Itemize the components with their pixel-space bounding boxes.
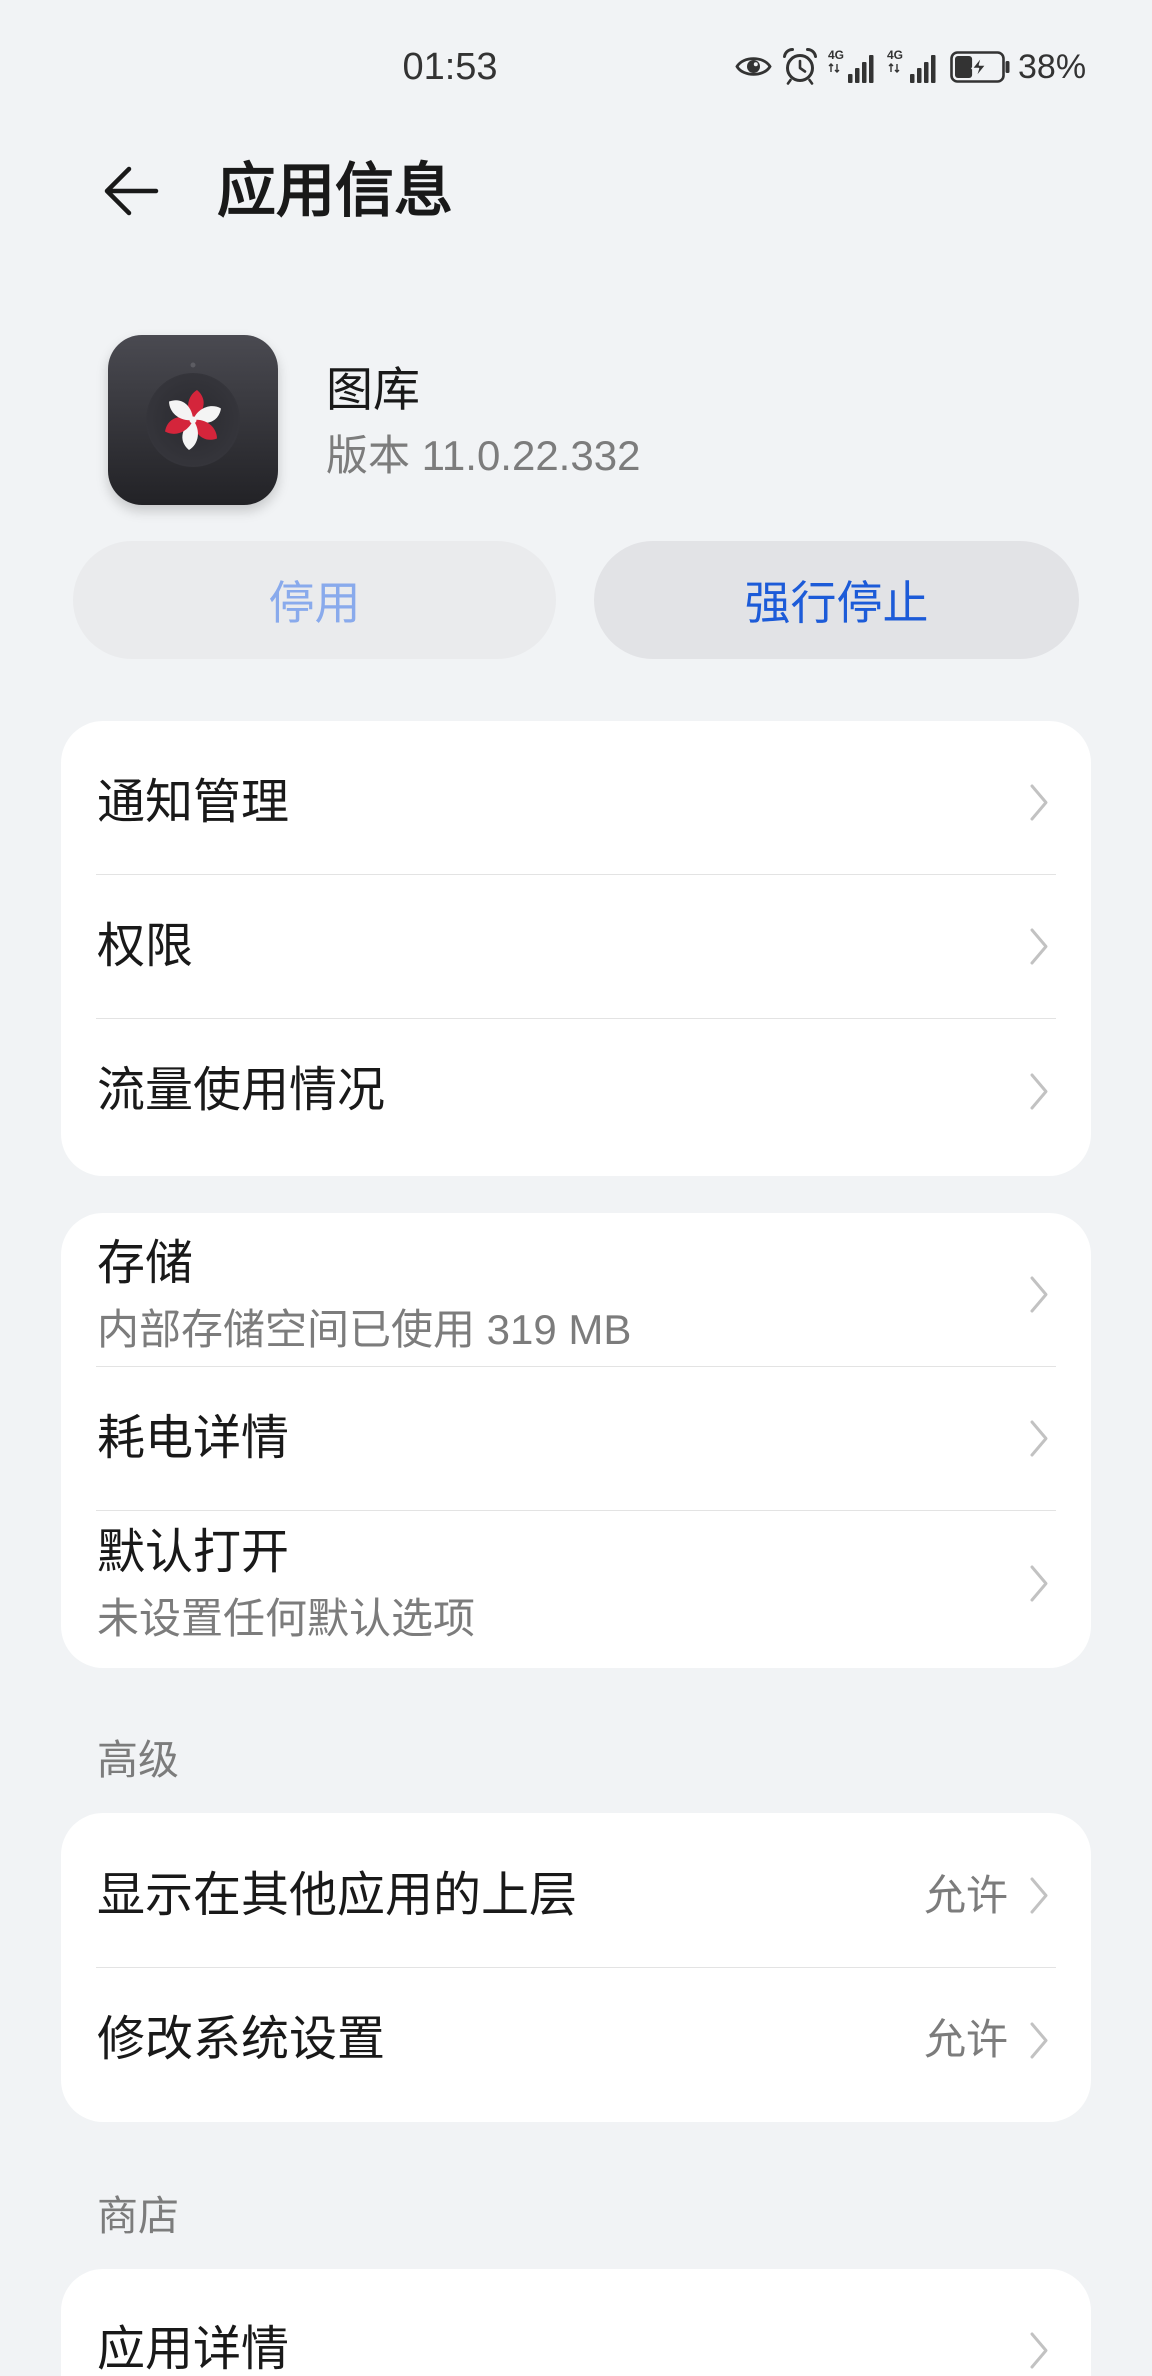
advanced-settings-card: 显示在其他应用的上层 允许 修改系统设置 允许: [61, 1813, 1091, 2122]
row-title: 流量使用情况: [97, 1064, 386, 1117]
row-title: 应用详情: [97, 2323, 290, 2376]
section-header-advanced: 高级: [97, 1737, 179, 1783]
resource-settings-card: 存储 内部存储空间已使用 319 MB 耗电详情 默认打开 未设置任何默认选项: [61, 1213, 1091, 1668]
row-title: 权限: [97, 919, 194, 973]
eye-comfort-icon: [735, 53, 772, 80]
row-title: 通知管理: [97, 775, 290, 829]
force-stop-button-label: 强行停止: [744, 577, 929, 629]
row-value: 允许: [923, 2016, 1008, 2063]
force-stop-button[interactable]: 强行停止: [594, 541, 1079, 659]
row-display-over-other-apps[interactable]: 显示在其他应用的上层 允许: [96, 1824, 1056, 1968]
network-type-label: 4G: [828, 48, 844, 62]
battery-fill: [955, 56, 973, 78]
chevron-right-icon: [1029, 783, 1049, 822]
row-title: 存储: [97, 1237, 194, 1290]
signal-icon: 4G: [828, 48, 878, 83]
chevron-right-icon: [1029, 1072, 1049, 1111]
row-subtitle: 内部存储空间已使用 319 MB: [97, 1306, 632, 1353]
row-data-usage[interactable]: 流量使用情况: [96, 1019, 1056, 1163]
row-permissions[interactable]: 权限: [96, 875, 1056, 1019]
row-notification-management[interactable]: 通知管理: [96, 731, 1056, 875]
row-open-by-default[interactable]: 默认打开 未设置任何默认选项: [96, 1511, 1056, 1655]
chevron-right-icon: [1029, 1275, 1049, 1314]
row-battery-usage[interactable]: 耗电详情: [96, 1367, 1056, 1511]
row-modify-system-settings[interactable]: 修改系统设置 允许: [96, 1968, 1056, 2112]
row-title: 显示在其他应用的上层: [97, 1868, 578, 1922]
disable-button-label: 停用: [268, 577, 361, 629]
page-title: 应用信息: [217, 158, 454, 224]
row-storage[interactable]: 存储 内部存储空间已使用 319 MB: [96, 1223, 1056, 1367]
alarm-icon: [781, 47, 819, 85]
status-time: 01:53: [402, 46, 498, 88]
row-app-details[interactable]: 应用详情: [96, 2280, 1056, 2376]
section-header-store: 商店: [97, 2193, 179, 2239]
chevron-right-icon: [1029, 1419, 1049, 1458]
network-type-label: 4G: [887, 48, 903, 62]
app-version: 版本 11.0.22.332: [326, 432, 641, 479]
app-name: 图库: [326, 363, 420, 416]
battery-percent: 38%: [1018, 48, 1087, 86]
battery-charging-icon: [950, 50, 1011, 84]
chevron-right-icon: [1029, 1876, 1049, 1915]
chevron-right-icon: [1029, 1564, 1049, 1603]
chevron-right-icon: [1029, 2021, 1049, 2060]
row-title: 修改系统设置: [97, 2013, 386, 2066]
gallery-app-icon: [108, 335, 278, 505]
signal-icon: 4G: [887, 48, 941, 83]
row-subtitle: 未设置任何默认选项: [97, 1594, 476, 1642]
chevron-right-icon: [1029, 2331, 1049, 2370]
row-value: 允许: [923, 1871, 1008, 1919]
status-bar: 01:53 4G 4G 38%: [0, 0, 1152, 130]
back-button[interactable]: [98, 158, 164, 224]
store-settings-card: 应用详情: [61, 2269, 1091, 2376]
back-arrow-icon: [104, 166, 159, 216]
basic-settings-card: 通知管理 权限 流量使用情况: [61, 721, 1091, 1176]
row-title: 默认打开: [97, 1525, 290, 1579]
chevron-right-icon: [1029, 927, 1049, 966]
row-title: 耗电详情: [97, 1411, 290, 1465]
disable-button[interactable]: 停用: [73, 541, 556, 659]
